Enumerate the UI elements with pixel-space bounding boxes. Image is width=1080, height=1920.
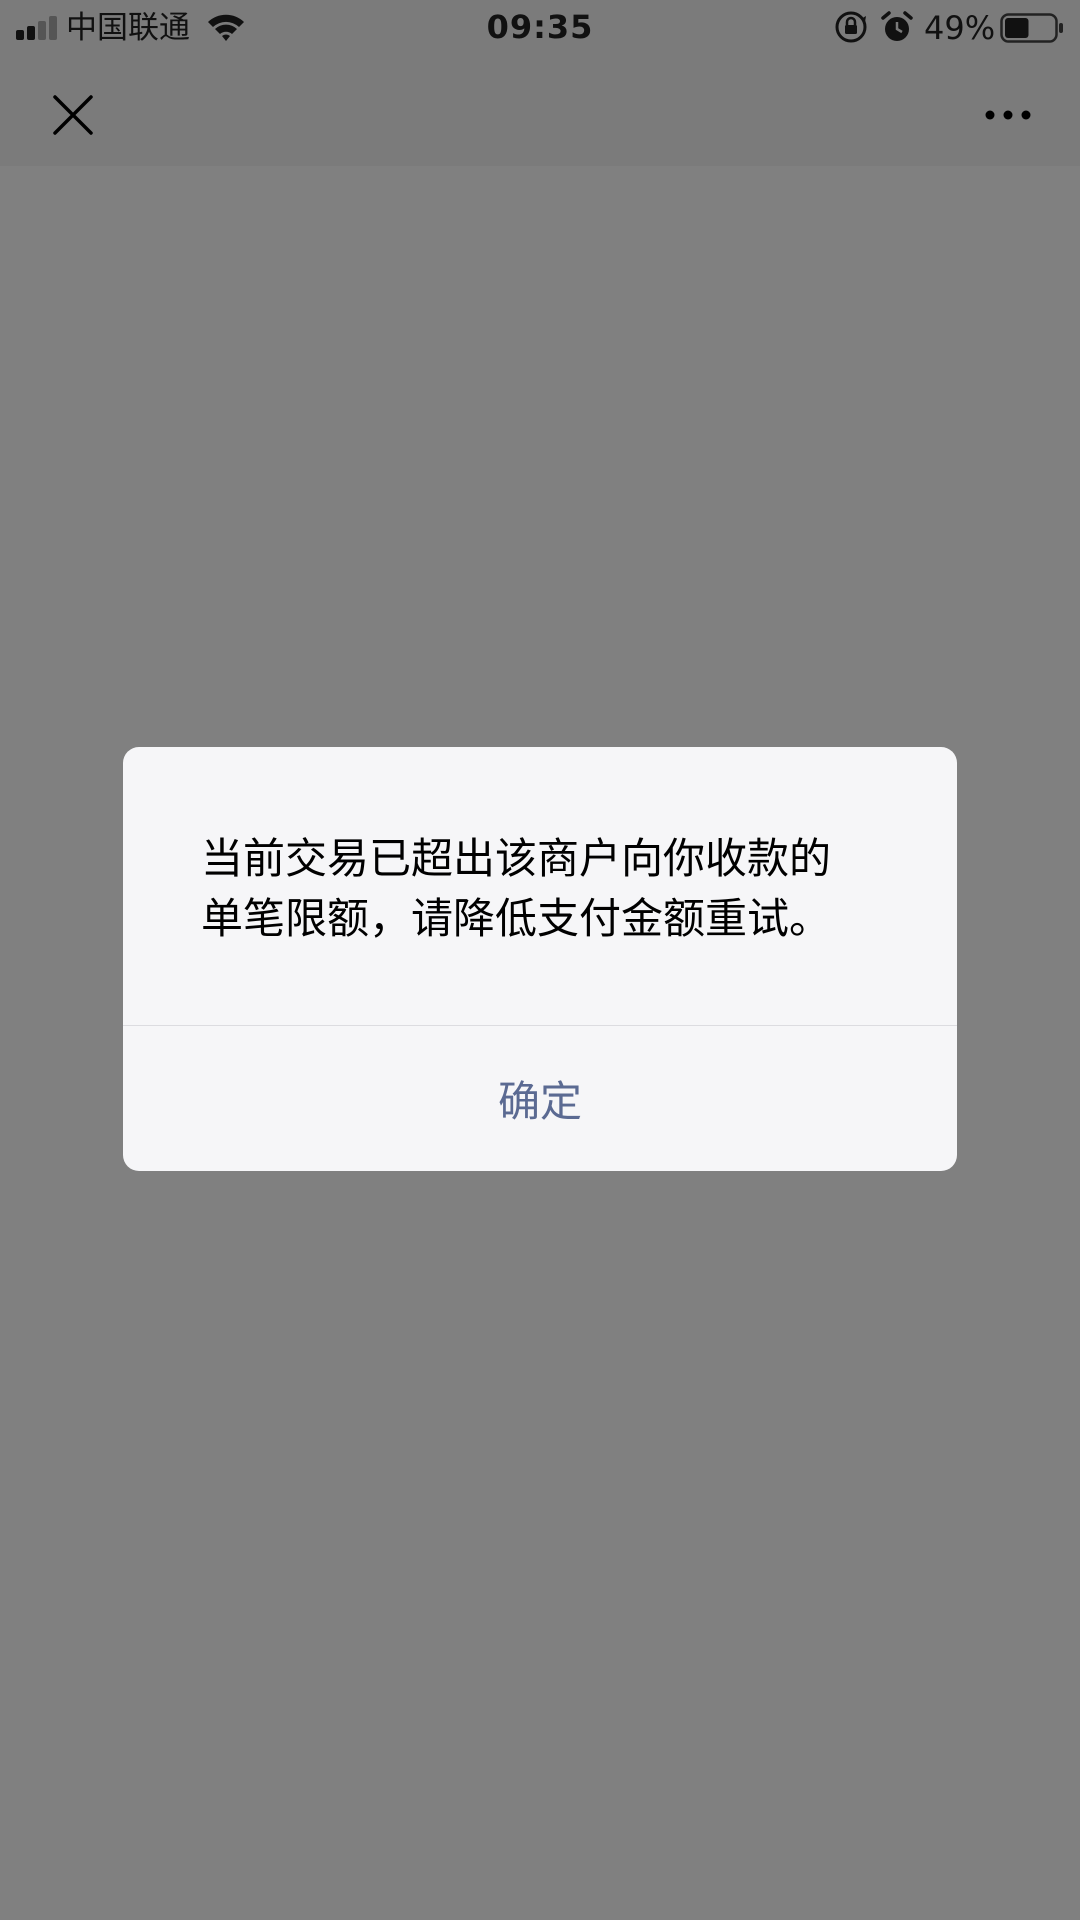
status-time: 09:35 [486, 8, 594, 46]
nav-bar [0, 56, 1080, 166]
battery-icon [1000, 13, 1063, 43]
more-options-button[interactable] [970, 82, 1046, 148]
close-button[interactable] [40, 82, 106, 148]
close-icon [53, 95, 93, 135]
more-icon [985, 110, 1031, 120]
screen: 中国联通 09:35 49% 当前交易已超出该商户向你收款的 单笔限额，请降低支… [0, 0, 1080, 1920]
alarm-icon [881, 11, 913, 41]
dialog-message: 当前交易已超出该商户向你收款的 单笔限额，请降低支付金额重试。 [201, 834, 832, 943]
battery-percent: 49% [924, 9, 996, 47]
alert-dialog: 当前交易已超出该商户向你收款的 单笔限额，请降低支付金额重试。 确定 [123, 747, 957, 1171]
rotation-lock-icon [835, 11, 867, 43]
status-bar: 中国联通 09:35 49% [0, 0, 1080, 56]
confirm-button[interactable]: 确定 [123, 1026, 957, 1171]
